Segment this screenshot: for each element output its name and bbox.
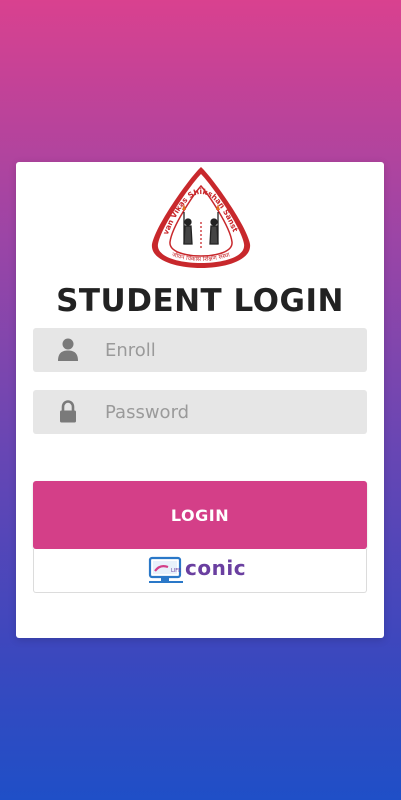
login-card: Jeevan Vikas Shikshan Sansthan जीवन विका… xyxy=(16,162,384,638)
brand-footer[interactable]: LIFE conic xyxy=(33,549,367,593)
monitor-icon: LIFE xyxy=(148,556,183,583)
lock-icon xyxy=(60,400,76,423)
user-icon xyxy=(58,338,78,361)
enroll-field[interactable] xyxy=(33,328,367,372)
brand-logo-prefix: LIFE xyxy=(171,568,181,574)
password-input[interactable] xyxy=(105,390,355,434)
school-logo: Jeevan Vikas Shikshan Sansthan जीवन विका… xyxy=(146,164,251,268)
password-field[interactable] xyxy=(33,390,367,434)
brand-name: conic xyxy=(185,556,247,580)
enroll-input[interactable] xyxy=(105,328,355,372)
page-title: STUDENT LOGIN xyxy=(56,283,344,319)
login-button[interactable]: LOGIN xyxy=(33,481,367,549)
